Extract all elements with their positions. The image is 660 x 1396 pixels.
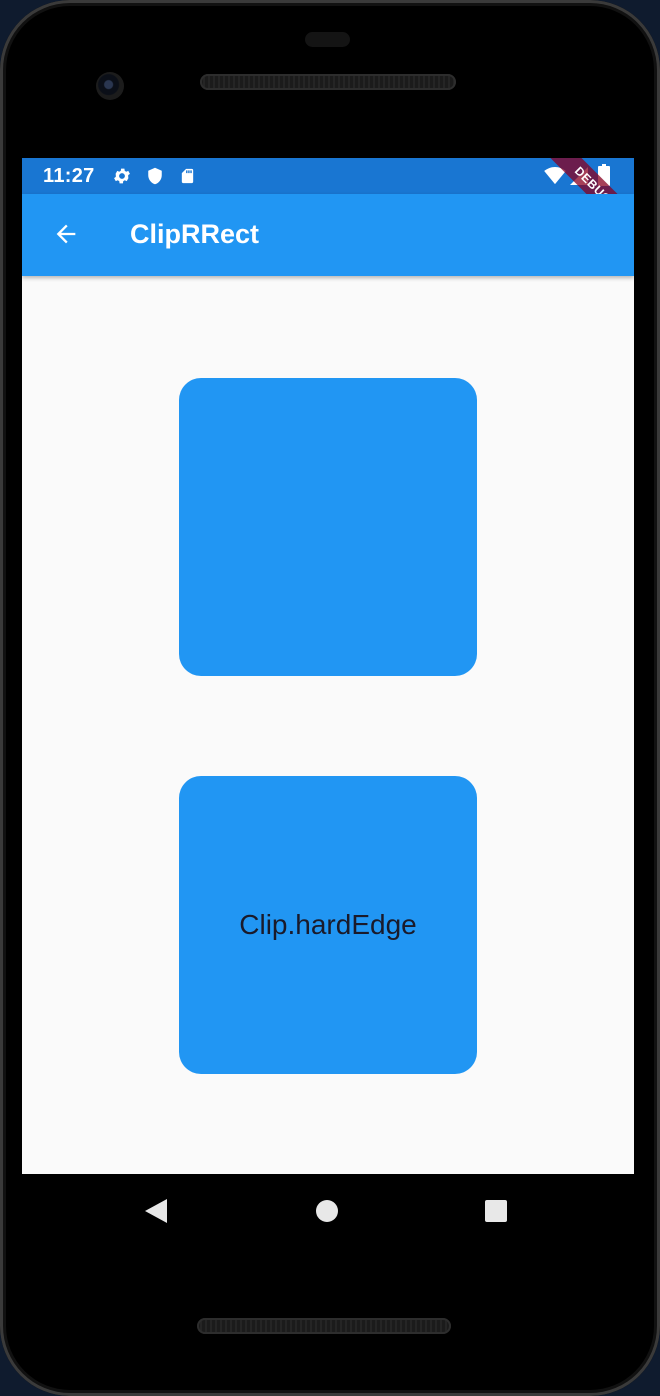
camera-icon xyxy=(96,72,124,100)
clip-rrect-box-hardedge: Clip.hardEdge xyxy=(179,776,477,1074)
back-triangle-icon xyxy=(145,1199,167,1223)
nav-back-button[interactable] xyxy=(141,1196,171,1226)
top-speaker xyxy=(200,74,456,90)
gear-icon xyxy=(112,166,132,191)
sd-card-icon xyxy=(179,166,196,191)
clip-rrect-box-default xyxy=(179,378,477,676)
screen: 11:27 DEBUG ClipRRect Clip.hardEdge xyxy=(22,158,634,1174)
back-button[interactable] xyxy=(48,216,84,252)
nav-recents-button[interactable] xyxy=(481,1196,511,1226)
earpiece xyxy=(305,32,350,47)
bottom-speaker xyxy=(197,1318,451,1334)
navigation-bar xyxy=(22,1174,634,1246)
app-bar: ClipRRect xyxy=(22,194,634,276)
status-bar: 11:27 DEBUG xyxy=(22,158,634,246)
phone-frame: 11:27 DEBUG ClipRRect Clip.hardEdge xyxy=(0,0,660,1396)
shield-icon xyxy=(146,166,164,191)
box-label: Clip.hardEdge xyxy=(239,909,417,940)
recents-square-icon xyxy=(485,1200,507,1222)
arrow-back-icon xyxy=(56,224,76,244)
nav-home-button[interactable] xyxy=(312,1196,342,1226)
home-circle-icon xyxy=(316,1200,338,1222)
page-title: ClipRRect xyxy=(130,219,260,249)
status-time: 11:27 xyxy=(43,165,95,187)
